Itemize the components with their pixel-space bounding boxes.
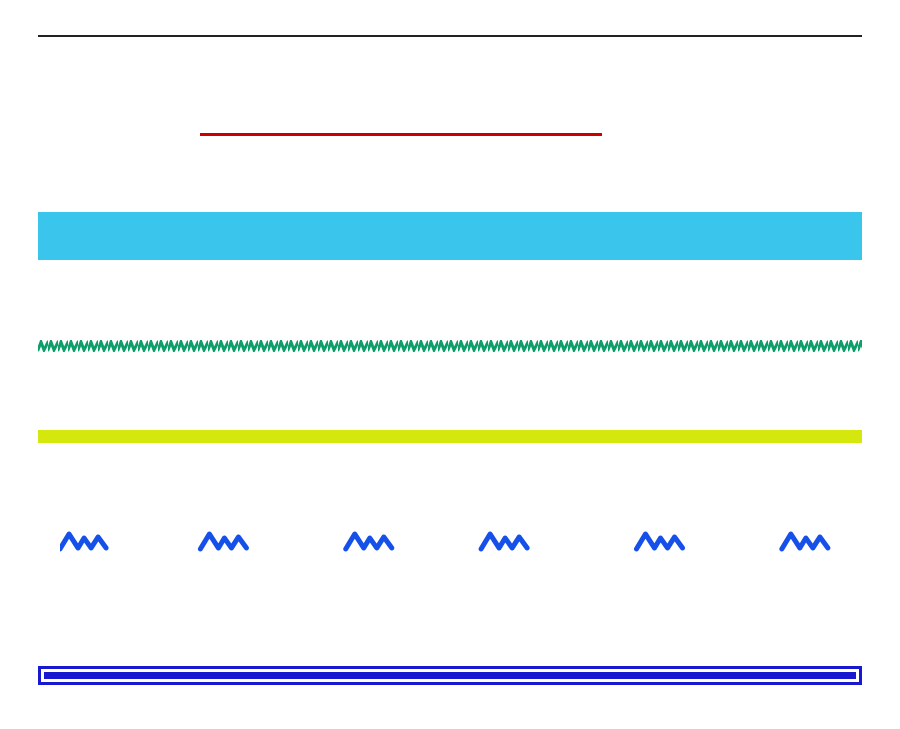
horizontal-rule-thin-black [38,35,862,37]
horizontal-rule-double-blue [38,666,862,685]
horizontal-rule-thin-red-short [200,133,602,136]
horizontal-rule-bar-chartreuse [38,430,862,443]
horizontal-rule-thick-skyblue [38,212,862,260]
horizontal-rule-wavy-blue-segments [60,530,862,556]
horizontal-rule-zigzag-green [38,340,862,352]
hr-styles-demo [0,0,900,729]
